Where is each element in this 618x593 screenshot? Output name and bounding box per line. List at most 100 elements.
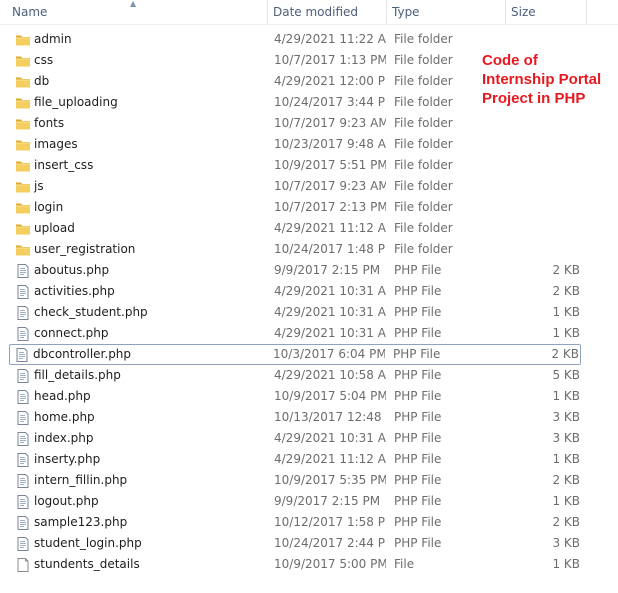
file-row[interactable]: dbcontroller.php 10/3/2017 6:04 PM PHP Fil… (9, 344, 581, 365)
column-header-name[interactable]: Name (7, 0, 267, 24)
php-file-icon (15, 494, 31, 510)
folder-icon (15, 242, 31, 258)
folder-icon (15, 116, 31, 132)
folder-icon (15, 179, 31, 195)
file-name: css (34, 53, 54, 67)
file-size (513, 135, 580, 154)
file-row[interactable]: images 10/23/2017 9:48 AM File folder (0, 134, 618, 155)
folder-icon (15, 137, 31, 153)
file-date-modified: 10/9/2017 5:04 PM (274, 389, 386, 403)
file-row[interactable]: upload 4/29/2021 11:12 AM File folder (0, 218, 618, 239)
file-date-modified: 10/3/2017 6:04 PM (273, 347, 385, 361)
file-row[interactable]: aboutus.php 9/9/2017 2:15 PM PHP File 2 KB (0, 260, 618, 281)
file-size: 2 KB (552, 263, 580, 277)
file-size: 3 KB (552, 536, 580, 550)
file-size: 3 KB (552, 410, 580, 424)
file-list: admin 4/29/2021 11:22 AM File folder css 10/… (0, 29, 618, 575)
file-date-modified: 9/9/2017 2:15 PM (274, 263, 381, 277)
file-name: inserty.php (34, 452, 101, 466)
annotation-line: Internship Portal (482, 71, 602, 88)
file-row[interactable]: inserty.php 4/29/2021 11:12 AM PHP File 1 K… (0, 449, 618, 470)
file-date-modified: 4/29/2021 12:00 PM (274, 74, 386, 88)
php-file-icon (15, 452, 31, 468)
file-row[interactable]: fill_details.php 4/29/2021 10:58 AM PHP Fi… (0, 365, 618, 386)
file-row[interactable]: head.php 10/9/2017 5:04 PM PHP File 1 KB (0, 386, 618, 407)
file-type: File folder (394, 116, 453, 130)
file-date-modified: 4/29/2021 11:22 AM (274, 32, 386, 46)
file-row[interactable]: sample123.php 10/12/2017 1:58 PM PHP File 2… (0, 512, 618, 533)
file-date-modified: 4/29/2021 10:31 AM (274, 326, 386, 340)
file-row[interactable]: activities.php 4/29/2021 10:31 AM PHP File… (0, 281, 618, 302)
file-type: PHP File (394, 515, 442, 529)
file-name: aboutus.php (34, 263, 110, 277)
file-type: File folder (394, 32, 453, 46)
file-date-modified: 10/24/2017 1:48 PM (274, 242, 386, 256)
file-type: File folder (394, 137, 453, 151)
column-header-date-modified[interactable]: Date modified (268, 0, 386, 24)
file-size (513, 114, 580, 133)
file-size: 1 KB (552, 305, 580, 319)
file-row[interactable]: intern_fillin.php 10/9/2017 5:35 PM PHP Fi… (0, 470, 618, 491)
file-row[interactable]: user_registration 10/24/2017 1:48 PM File … (0, 239, 618, 260)
file-row[interactable]: stundents_details 10/9/2017 5:00 PM File 1 … (0, 554, 618, 575)
column-header-size[interactable]: Size (506, 0, 586, 24)
file-date-modified: 4/29/2021 10:31 AM (274, 305, 386, 319)
file-size (513, 177, 580, 196)
folder-icon (15, 53, 31, 69)
file-type: PHP File (394, 536, 442, 550)
file-name: admin (34, 32, 72, 46)
file-name: user_registration (34, 242, 136, 256)
file-name: student_login.php (34, 536, 142, 550)
file-date-modified: 10/9/2017 5:51 PM (274, 158, 386, 172)
file-date-modified: 10/7/2017 1:13 PM (274, 53, 386, 67)
file-date-modified: 10/13/2017 12:48 ... (274, 410, 386, 424)
file-row[interactable]: admin 4/29/2021 11:22 AM File folder (0, 29, 618, 50)
file-type: File folder (394, 158, 453, 172)
file-type: PHP File (394, 431, 442, 445)
file-name: db (34, 74, 50, 88)
folder-icon (15, 32, 31, 48)
file-name: file_uploading (34, 95, 118, 109)
file-name: logout.php (34, 494, 99, 508)
file-row[interactable]: check_student.php 4/29/2021 10:31 AM PHP F… (0, 302, 618, 323)
file-name: login (34, 200, 64, 214)
file-size: 2 KB (551, 347, 579, 361)
file-name: upload (34, 221, 75, 235)
file-icon (15, 557, 31, 573)
file-row[interactable]: logout.php 9/9/2017 2:15 PM PHP File 1 KB (0, 491, 618, 512)
file-type: File folder (394, 242, 453, 256)
file-date-modified: 10/7/2017 2:13 PM (274, 200, 386, 214)
file-date-modified: 10/9/2017 5:00 PM (274, 557, 386, 571)
file-date-modified: 10/12/2017 1:58 PM (274, 515, 386, 529)
file-row[interactable]: fonts 10/7/2017 9:23 AM File folder (0, 113, 618, 134)
file-size: 2 KB (552, 284, 580, 298)
file-row[interactable]: index.php 4/29/2021 10:31 AM PHP File 3 KB (0, 428, 618, 449)
file-row[interactable]: home.php 10/13/2017 12:48 ... PHP File 3 KB (0, 407, 618, 428)
php-file-icon (15, 263, 31, 279)
file-size: 1 KB (552, 452, 580, 466)
file-date-modified: 4/29/2021 10:58 AM (274, 368, 386, 382)
file-type: File folder (394, 200, 453, 214)
file-size (513, 30, 580, 49)
column-header-type[interactable]: Type (387, 0, 505, 24)
file-row[interactable]: login 10/7/2017 2:13 PM File folder (0, 197, 618, 218)
file-size (513, 198, 580, 217)
file-type: PHP File (394, 305, 442, 319)
file-date-modified: 9/9/2017 2:15 PM (274, 494, 381, 508)
file-name: fill_details.php (34, 368, 121, 382)
file-name: index.php (34, 431, 94, 445)
php-file-icon (15, 326, 31, 342)
file-date-modified: 10/24/2017 3:44 PM (274, 95, 386, 109)
file-row[interactable]: student_login.php 10/24/2017 2:44 PM PHP F… (0, 533, 618, 554)
file-row[interactable]: js 10/7/2017 9:23 AM File folder (0, 176, 618, 197)
file-size (513, 156, 580, 175)
file-row[interactable]: connect.php 4/29/2021 10:31 AM PHP File 1 K… (0, 323, 618, 344)
file-size: 2 KB (552, 473, 580, 487)
file-size (513, 240, 580, 259)
php-file-icon (15, 305, 31, 321)
file-explorer: Name ▲ Date modified Type Size admin 4/29… (0, 0, 618, 593)
column-divider[interactable] (586, 0, 587, 24)
annotation-line: Code of (482, 52, 538, 69)
file-row[interactable]: insert_css 10/9/2017 5:51 PM File folder (0, 155, 618, 176)
php-file-icon (14, 347, 30, 363)
